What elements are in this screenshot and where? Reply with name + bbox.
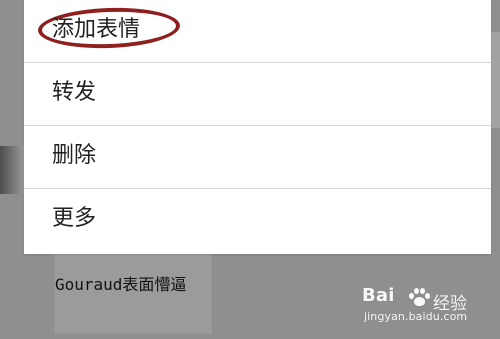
- baidu-watermark: Bai 经验 jingyan.baidu.com: [362, 281, 480, 329]
- background-side-strip: [490, 32, 500, 128]
- menu-item-delete[interactable]: 删除: [24, 126, 491, 189]
- menu-item-label: 转发: [52, 80, 97, 105]
- baidu-paw-icon: [408, 287, 430, 309]
- menu-item-add-sticker[interactable]: 添加表情: [24, 0, 491, 63]
- menu-item-forward[interactable]: 转发: [24, 63, 491, 126]
- watermark-brand: Bai: [362, 285, 395, 306]
- menu-item-more[interactable]: 更多: [24, 189, 491, 254]
- menu-item-label: 添加表情: [52, 17, 141, 42]
- context-menu: 添加表情 转发 删除 更多: [24, 0, 491, 254]
- watermark-url: jingyan.baidu.com: [364, 310, 468, 323]
- background-image-thumbnail: [0, 146, 24, 194]
- meme-caption: Gouraud表面懵逼: [55, 275, 187, 294]
- menu-item-label: 更多: [52, 206, 97, 231]
- menu-item-label: 删除: [52, 143, 97, 168]
